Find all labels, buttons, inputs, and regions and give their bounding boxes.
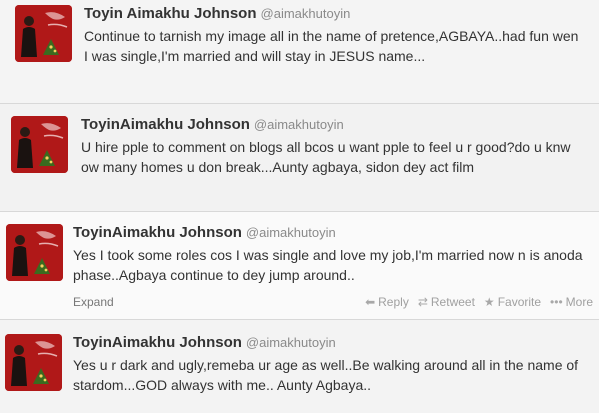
action-bar: ⬅ Reply ⇄ Retweet ★ Favorite ••• More [365, 293, 593, 311]
retweet-label: Retweet [430, 295, 475, 309]
author-name[interactable]: ToyinAimakhu Johnson [73, 224, 242, 241]
tweet-content: ToyinAimakhu Johnson @aimakhutoyin Yes u … [73, 333, 591, 395]
author-handle[interactable]: @aimakhutoyin [254, 117, 344, 132]
tweet-text: Continue to tarnish my image all in the … [84, 28, 579, 64]
more-label: More [565, 295, 593, 309]
reply-button[interactable]: ⬅ Reply [365, 293, 409, 311]
favorite-label: Favorite [497, 295, 542, 309]
tweet-text: U hire pple to comment on blogs all bcos… [81, 139, 571, 175]
author-name[interactable]: ToyinAimakhu Johnson [81, 116, 250, 133]
favorite-button[interactable]: ★ Favorite [484, 293, 541, 311]
reply-label: Reply [378, 295, 409, 309]
tweet-content: Toyin Aimakhu Johnson @aimakhutoyin Conti… [84, 4, 591, 66]
author-handle[interactable]: @aimakhutoyin [246, 225, 336, 240]
tweet-header: ToyinAimakhu Johnson @aimakhutoyin [81, 115, 591, 135]
tweet-header: Toyin Aimakhu Johnson @aimakhutoyin [84, 4, 591, 24]
tweet-content: ToyinAimakhu Johnson @aimakhutoyin U hire… [81, 115, 591, 177]
author-name[interactable]: ToyinAimakhu Johnson [73, 334, 242, 351]
tweet-text: Yes u r dark and ugly,remeba ur age as w… [73, 357, 579, 393]
reply-arrow-icon: ⬅ [365, 295, 376, 309]
tweet-content: ToyinAimakhu Johnson @aimakhutoyin Yes I … [73, 223, 591, 285]
tweet-3[interactable]: ToyinAimakhu Johnson @aimakhutoyin Yes I … [0, 211, 599, 319]
retweet-icon: ⇄ [417, 295, 428, 309]
author-handle[interactable]: @aimakhutoyin [246, 335, 336, 350]
retweet-button[interactable]: ⇄ Retweet [418, 293, 475, 311]
ellipsis-icon: ••• [550, 295, 563, 309]
avatar[interactable] [15, 5, 72, 62]
expand-link[interactable]: Expand [73, 293, 114, 311]
tweet-text: Yes I took some roles cos I was single a… [73, 247, 583, 283]
tweet-header: ToyinAimakhu Johnson @aimakhutoyin [73, 223, 591, 243]
avatar[interactable] [6, 224, 63, 281]
more-button[interactable]: ••• More [550, 293, 593, 311]
tweet-4[interactable]: ToyinAimakhu Johnson @aimakhutoyin Yes u … [0, 319, 599, 413]
star-icon: ★ [483, 295, 495, 309]
tweet-1[interactable]: Toyin Aimakhu Johnson @aimakhutoyin Conti… [0, 0, 599, 103]
author-name[interactable]: Toyin Aimakhu Johnson [84, 5, 257, 22]
author-handle[interactable]: @aimakhutoyin [261, 6, 351, 21]
tweet-2[interactable]: ToyinAimakhu Johnson @aimakhutoyin U hire… [0, 103, 599, 211]
avatar[interactable] [5, 334, 62, 391]
avatar[interactable] [11, 116, 68, 173]
tweet-header: ToyinAimakhu Johnson @aimakhutoyin [73, 333, 591, 353]
